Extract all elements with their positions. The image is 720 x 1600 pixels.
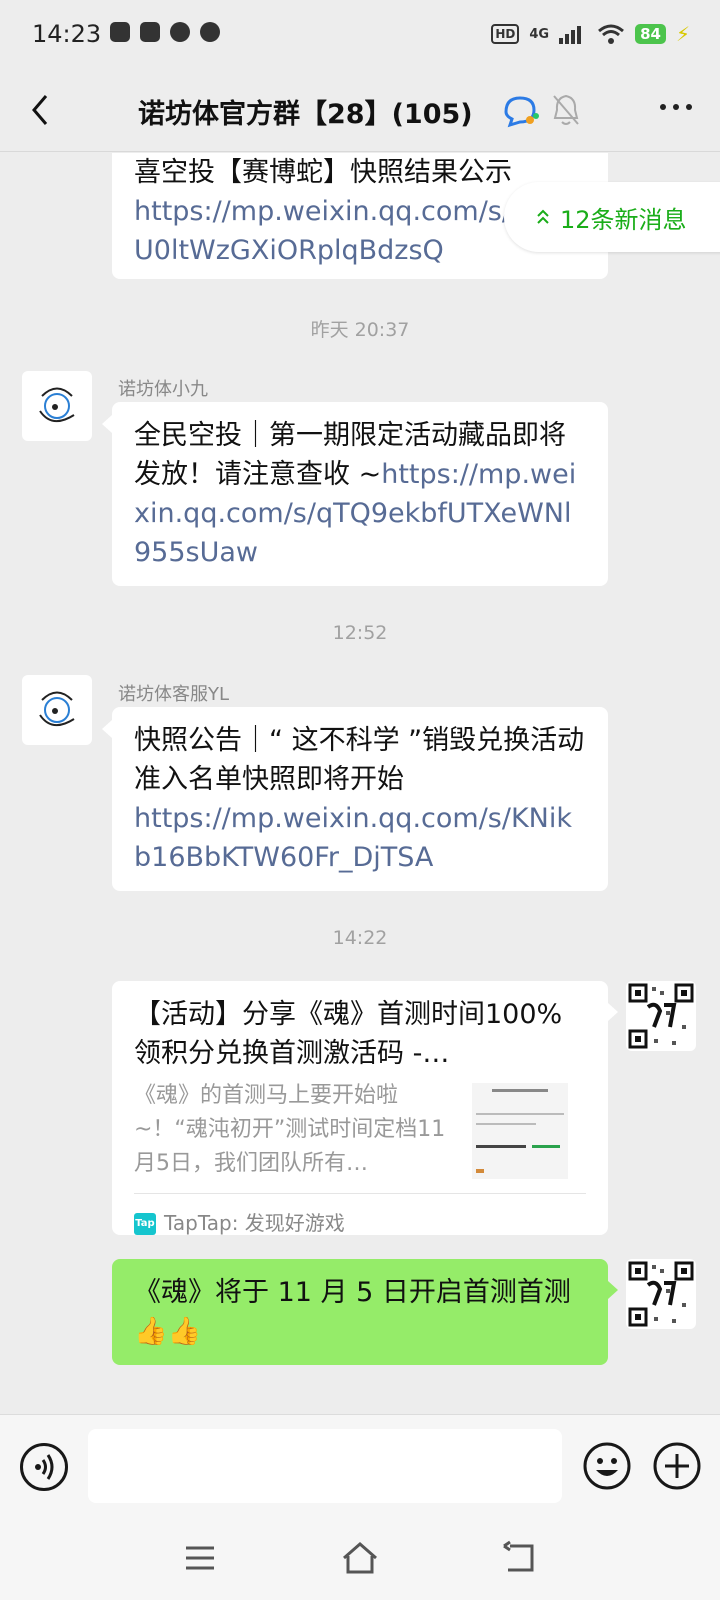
new-messages-label: 12条新消息 bbox=[560, 205, 687, 234]
message-text: 快照公告｜“ 这不科学 ”销毁兑换活动准入名单快照即将开始 bbox=[134, 725, 585, 795]
group-tag-icon[interactable] bbox=[500, 90, 540, 130]
speed-notification-icon bbox=[170, 22, 190, 42]
voice-icon bbox=[35, 1454, 54, 1480]
avatar-logo-icon bbox=[39, 691, 75, 726]
self-avatar[interactable] bbox=[626, 1259, 696, 1329]
message-text: 《魂》将于 11 月 5 日开启首测首测👍👍 bbox=[134, 1277, 571, 1347]
card-description: 《魂》的首测马上要开始啦~！“魂沌初开”测试时间定档11月5日，我们团队所有… bbox=[134, 1083, 446, 1176]
bubble-tail bbox=[608, 1281, 618, 1299]
status-bar: 14:23 HD 4G 84 ⚡ bbox=[0, 0, 720, 70]
chat-header: 诺坊体官方群【28】(105) bbox=[0, 70, 720, 152]
message-bubble[interactable]: 快照公告｜“ 这不科学 ”销毁兑换活动准入名单快照即将开始 https://mp… bbox=[112, 707, 608, 891]
card-thumbnail bbox=[472, 1083, 568, 1179]
battery-level: 84 bbox=[635, 24, 666, 44]
chat-title: 诺坊体官方群【28】(105) bbox=[138, 99, 473, 130]
message-bubble[interactable]: 《魂》将于 11 月 5 日开启首测首测👍👍 bbox=[112, 1259, 608, 1365]
wifi-icon bbox=[598, 24, 625, 44]
message-text: 喜空投【赛博蛇】快照结果公示 bbox=[134, 157, 512, 188]
bubble-tail bbox=[102, 415, 112, 433]
home-nav-button[interactable] bbox=[340, 1538, 380, 1578]
hd-icon: HD bbox=[491, 24, 520, 44]
link-card[interactable]: 【活动】分享《魂》首测时间100%领积分兑换首测激活码 -… 《魂》的首测马上要… bbox=[112, 981, 608, 1235]
sender-name: 诺坊体小九 bbox=[118, 379, 208, 400]
cellular-signal-icon: 4G bbox=[529, 26, 550, 42]
more-options-button[interactable] bbox=[660, 104, 692, 110]
chat-notification-icon bbox=[200, 22, 220, 42]
new-messages-button[interactable]: 12条新消息 bbox=[504, 182, 720, 252]
signal-bars-icon bbox=[559, 26, 582, 44]
mail-notification-icon bbox=[140, 22, 160, 42]
self-avatar[interactable] bbox=[626, 981, 696, 1051]
notification-icons bbox=[110, 22, 220, 42]
system-status: HD 4G 84 ⚡ bbox=[491, 22, 690, 46]
back-nav-button[interactable] bbox=[500, 1538, 540, 1578]
voice-input-button[interactable] bbox=[20, 1443, 68, 1491]
avatar[interactable] bbox=[22, 675, 92, 745]
timestamp: 14:22 bbox=[332, 927, 388, 949]
bubble-tail bbox=[102, 720, 112, 738]
system-navigation-bar bbox=[0, 1518, 720, 1600]
message-input[interactable] bbox=[88, 1429, 562, 1503]
input-bar bbox=[0, 1414, 720, 1518]
charging-icon: ⚡ bbox=[675, 22, 690, 46]
more-functions-button[interactable] bbox=[652, 1441, 702, 1491]
status-time: 14:23 bbox=[32, 20, 102, 48]
message-bubble[interactable]: 全民空投｜第一期限定活动藏品即将发放！请注意查收 ~https://mp.wei… bbox=[112, 402, 608, 586]
app-notification-icon bbox=[110, 22, 130, 42]
qr-avatar-icon bbox=[628, 1261, 694, 1327]
qr-avatar-icon bbox=[628, 983, 694, 1049]
menu-nav-button[interactable] bbox=[180, 1538, 220, 1578]
message-link[interactable]: https://mp.weixin.qq.com/s/KNikb16BbKTW6… bbox=[134, 799, 586, 877]
mute-bell-icon bbox=[553, 94, 579, 125]
timestamp: 12:52 bbox=[332, 622, 388, 644]
avatar[interactable] bbox=[22, 371, 92, 441]
timestamp: 昨天 20:37 bbox=[310, 319, 410, 341]
taptap-logo-icon: Tap bbox=[134, 1212, 156, 1235]
card-source: TapTap: 发现好游戏 bbox=[164, 1211, 345, 1235]
bubble-tail bbox=[608, 1003, 618, 1021]
double-chevron-up-icon bbox=[537, 209, 549, 224]
avatar-logo-icon bbox=[39, 387, 75, 422]
back-button[interactable] bbox=[22, 90, 62, 130]
card-title: 【活动】分享《魂》首测时间100%领积分兑换首测激活码 -… bbox=[134, 999, 563, 1069]
card-footer: Tap TapTap: 发现好游戏 bbox=[134, 1193, 586, 1243]
emoji-button[interactable] bbox=[582, 1441, 632, 1491]
sender-name: 诺坊体客服YL bbox=[118, 684, 230, 705]
message-list[interactable]: 喜空投【赛博蛇】快照结果公示 https://mp.weixin.qq.com/… bbox=[0, 153, 720, 1413]
